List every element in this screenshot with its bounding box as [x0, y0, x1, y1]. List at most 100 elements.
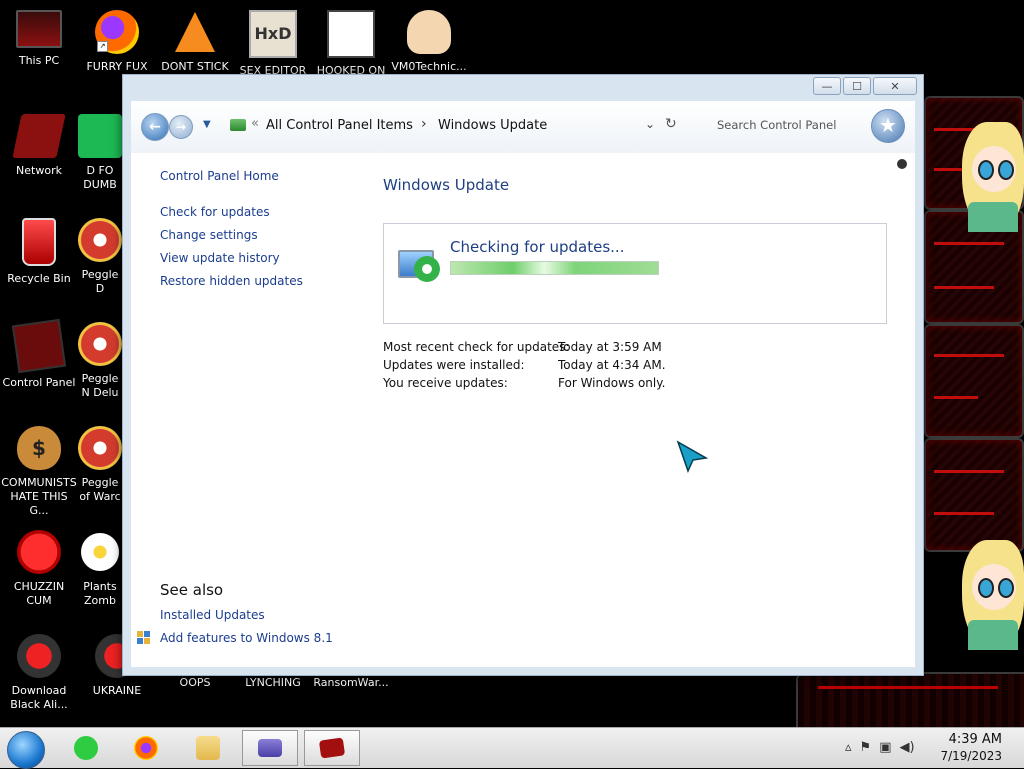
recycle-bin-icon — [22, 218, 56, 266]
info-value: For Windows only. — [558, 376, 666, 390]
maze-icon — [327, 10, 375, 58]
desktop-icon-dont-stick[interactable]: DONT STICK — [156, 6, 234, 74]
favorites-star-icon[interactable]: ★ — [871, 109, 905, 143]
close-button[interactable]: ✕ — [873, 77, 917, 95]
desktop-icon-download-black[interactable]: Download Black Ali... — [0, 630, 78, 712]
link-change-settings[interactable]: Change settings — [160, 228, 258, 242]
taskbar-media-app[interactable] — [304, 730, 360, 766]
desktop-icon-ransomware[interactable]: RansomWar... — [312, 676, 390, 690]
system-tray: ▵ ⚑ ▣ ◀) — [845, 740, 915, 755]
window-titlebar[interactable]: — ☐ ✕ — [123, 75, 923, 101]
taskbar-file-explorer[interactable] — [180, 730, 236, 766]
breadcrumb-windows-update[interactable]: Windows Update — [438, 118, 547, 133]
firefox-icon — [134, 736, 158, 760]
network-tray-icon[interactable]: ▣ — [879, 740, 891, 755]
breadcrumb-all-control-panel-items[interactable]: All Control Panel Items — [266, 118, 413, 133]
clock-date: 7/19/2023 — [940, 749, 1002, 763]
desktop-icon-peggle-d[interactable]: Peggle D — [78, 214, 122, 296]
desktop-icon-hooked-on[interactable]: HOOKED ON — [312, 6, 390, 78]
info-label: Most recent check for updates: — [383, 340, 570, 354]
spotify-icon — [78, 114, 122, 158]
flower-icon — [78, 530, 122, 574]
desktop-icon-sex-editor[interactable]: HxD SEX EDITOR — [234, 6, 312, 78]
search-input[interactable]: Search Control Panel — [691, 111, 861, 139]
minimize-button[interactable]: — — [813, 77, 841, 95]
desktop-icon-furry-fux[interactable]: ↗ FURRY FUX — [78, 6, 156, 74]
action-center-flag-icon[interactable]: ⚑ — [860, 740, 872, 755]
volume-icon[interactable]: ◀) — [899, 740, 914, 755]
address-bar: ← → ▼ « All Control Panel Items › Window… — [131, 101, 915, 154]
show-hidden-icons-icon[interactable]: ▵ — [845, 740, 852, 755]
chuzzle-icon — [17, 530, 61, 574]
mouse-cursor-icon — [676, 440, 709, 474]
refresh-icon[interactable]: ↻ — [665, 116, 677, 132]
link-view-update-history[interactable]: View update history — [160, 251, 280, 265]
link-installed-updates[interactable]: Installed Updates — [160, 608, 265, 622]
desktop-icon-network[interactable]: Network — [0, 110, 78, 178]
progress-bar — [450, 261, 659, 275]
doctor-icon — [407, 10, 451, 54]
windows-update-window: — ☐ ✕ ← → ▼ « All Control Panel Items › … — [122, 74, 924, 676]
peggle-icon — [78, 218, 122, 262]
maximize-button[interactable]: ☐ — [843, 77, 871, 95]
user-avatar-icon — [897, 159, 907, 169]
control-panel-icon — [11, 318, 67, 374]
breadcrumb-chevron-icon[interactable]: › — [421, 116, 427, 132]
status-text: Checking for updates... — [450, 238, 625, 256]
peggle-icon — [78, 426, 122, 470]
link-add-features[interactable]: Add features to Windows 8.1 — [160, 631, 333, 645]
desktop-icon-lynching[interactable]: LYNCHING — [234, 676, 312, 690]
peggle-icon — [78, 322, 122, 366]
wallpaper-panel-bottom — [796, 672, 1024, 732]
clock-time: 4:39 AM — [948, 732, 1002, 747]
desktop-icon-plants-zombies[interactable]: Plants Zomb — [78, 526, 122, 608]
page-title: Windows Update — [383, 176, 510, 194]
breadcrumb-overflow[interactable]: « — [251, 116, 259, 131]
forward-button[interactable]: → — [169, 115, 193, 139]
recent-pages-dropdown[interactable]: ▼ — [203, 119, 211, 130]
computer-icon — [16, 10, 62, 48]
start-button[interactable] — [7, 731, 45, 769]
media-app-icon — [318, 737, 346, 759]
info-value: Today at 3:59 AM — [558, 340, 662, 354]
desktop-icon-control-panel[interactable]: Control Panel — [0, 318, 78, 390]
desktop-icon-peggle-warcraft[interactable]: Peggle of Warc — [78, 422, 122, 504]
content-pane: Control Panel Home Check for updates Cha… — [131, 153, 915, 667]
folder-icon — [196, 736, 220, 760]
desktop-icon-this-pc[interactable]: This PC — [0, 6, 78, 68]
link-check-for-updates[interactable]: Check for updates — [160, 205, 270, 219]
windows-update-icon — [398, 250, 440, 282]
notes-icon — [74, 736, 98, 760]
control-panel-icon — [258, 739, 282, 757]
info-label: You receive updates: — [383, 376, 508, 390]
link-restore-hidden-updates[interactable]: Restore hidden updates — [160, 274, 303, 288]
clock[interactable]: 4:39 AM 7/19/2023 — [940, 732, 1002, 764]
desktop-icon-communists[interactable]: $ COMMUNISTS HATE THIS G... — [0, 422, 78, 518]
money-bag-icon: $ — [17, 426, 61, 470]
link-control-panel-home[interactable]: Control Panel Home — [160, 169, 279, 183]
control-panel-breadcrumb-icon — [230, 119, 246, 131]
download-icon — [17, 634, 61, 678]
desktop-icon-d-fo-dumb[interactable]: D FO DUMB — [78, 110, 122, 192]
update-status-panel: Checking for updates... — [383, 223, 887, 324]
desktop-icon-recycle-bin[interactable]: Recycle Bin — [0, 214, 78, 286]
back-button[interactable]: ← — [141, 113, 169, 141]
taskbar: ▵ ⚑ ▣ ◀) 4:39 AM 7/19/2023 — [0, 727, 1024, 769]
wallpaper-character-top — [962, 122, 1024, 232]
progress-fill — [451, 262, 658, 274]
windows-features-icon — [137, 631, 151, 645]
network-icon — [12, 114, 66, 158]
see-also-heading: See also — [160, 581, 224, 599]
desktop-icon-vm0technic[interactable]: VM0Technic... — [390, 6, 468, 74]
info-value: Today at 4:34 AM. — [558, 358, 666, 372]
taskbar-firefox[interactable] — [118, 730, 174, 766]
info-label: Updates were installed: — [383, 358, 525, 372]
taskbar-notes-app[interactable] — [58, 730, 114, 766]
wallpaper-character-bottom — [962, 540, 1024, 650]
taskbar-control-panel[interactable] — [242, 730, 298, 766]
desktop-icon-oops[interactable]: OOPS — [156, 676, 234, 690]
desktop-icon-peggle-deluxe[interactable]: Peggle N Delu — [78, 318, 122, 400]
desktop-icon-chuzzin[interactable]: CHUZZIN CUM — [0, 526, 78, 608]
hex-editor-icon: HxD — [249, 10, 297, 58]
address-dropdown-icon[interactable]: ⌄ — [645, 117, 655, 131]
